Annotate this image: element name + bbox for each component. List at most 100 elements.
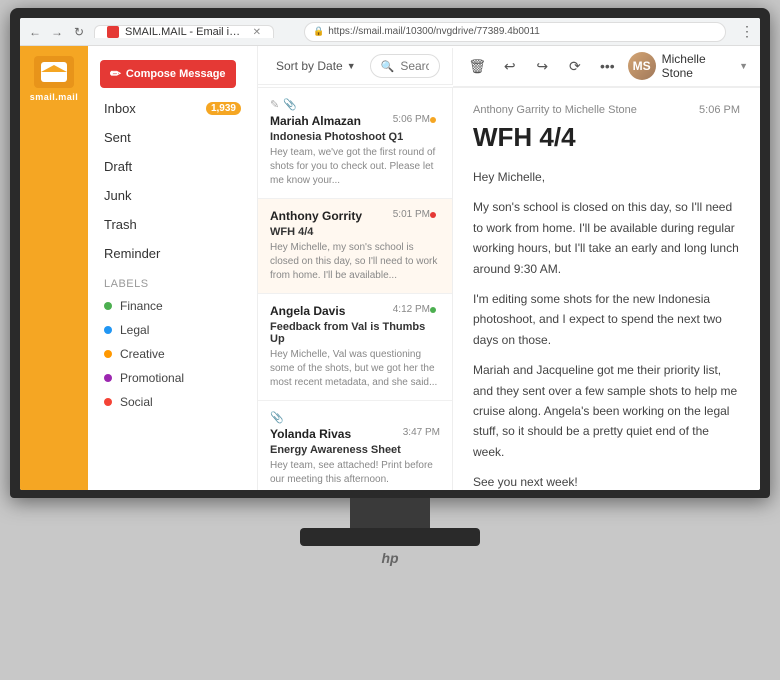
preview-0: Hey team, we've got the first round of s… <box>270 146 440 188</box>
search-icon: 🔍 <box>381 60 395 73</box>
time-1: 5:01 PM <box>393 209 430 220</box>
email-item-1[interactable]: Anthony Gorrity 5:01 PM WFH 4/4 Hey Mich… <box>258 199 452 294</box>
sender-0: Mariah Almazan <box>270 114 389 128</box>
preview-3: Hey team, see attached! Print before our… <box>270 459 440 487</box>
time-3: 3:47 PM <box>403 427 440 438</box>
address-bar[interactable]: 🔒 https://smail.mail/10300/nvgdrive/7738… <box>304 22 726 42</box>
refresh-btn[interactable]: ↻ <box>70 23 88 41</box>
unread-dot-2 <box>430 307 436 313</box>
label-social[interactable]: Social <box>88 390 257 414</box>
subject-1: WFH 4/4 <box>270 226 440 238</box>
sender-1: Anthony Gorrity <box>270 209 389 223</box>
body-line-3: Mariah and Jacqueline got me their prior… <box>473 360 740 462</box>
user-chevron-icon: ▼ <box>739 61 748 71</box>
reminder-label: Reminder <box>104 246 160 261</box>
sidebar-item-trash[interactable]: Trash <box>88 210 257 239</box>
search-input[interactable] <box>400 59 429 73</box>
sidebar-item-inbox[interactable]: Inbox 1,939 <box>88 94 257 123</box>
tab-favicon <box>107 26 119 38</box>
user-avatar: MS <box>628 52 656 80</box>
attachment-icon: 📎 <box>283 98 297 111</box>
monitor-neck <box>350 498 430 528</box>
brand-name: smail.mail <box>30 92 79 102</box>
unread-dot-1 <box>430 212 436 218</box>
creative-label: Creative <box>120 347 165 361</box>
sender-3: Yolanda Rivas <box>270 427 399 441</box>
address-url: https://smail.mail/10300/nvgdrive/77389.… <box>328 26 540 37</box>
labels-section-title: Labels <box>88 268 257 294</box>
subject-0: Indonesia Photoshoot Q1 <box>270 131 440 143</box>
undo-button[interactable]: ↩ <box>498 53 523 79</box>
search-box[interactable]: 🔍 <box>370 54 440 78</box>
sidebar-nav: ✏ Compose Message Inbox 1,939 Sent Draft <box>88 46 258 490</box>
sender-2: Angela Davis <box>270 304 389 318</box>
secure-icon: 🔒 <box>313 26 324 37</box>
toolbar-row: Sort by Date ▼ 🔍 🗑 ↩ ↪ <box>258 46 760 88</box>
subject-2: Feedback from Val is Thumbs Up <box>270 321 440 345</box>
time-2: 4:12 PM <box>393 304 430 315</box>
preview-2: Hey Michelle, Val was questioning some o… <box>270 348 440 390</box>
body-line-1: My son's school is closed on this day, s… <box>473 197 740 279</box>
body-line-4: See you next week! <box>473 472 740 490</box>
label-finance[interactable]: Finance <box>88 294 257 318</box>
sidebar-item-junk[interactable]: Junk <box>88 181 257 210</box>
sidebar-item-sent[interactable]: Sent <box>88 123 257 152</box>
email-item-2[interactable]: Angela Davis 4:12 PM Feedback from Val i… <box>258 294 452 401</box>
finance-label: Finance <box>120 299 163 313</box>
unread-dot-0 <box>430 117 436 123</box>
user-area[interactable]: MS Michelle Stone ▼ <box>628 52 748 80</box>
email-view-pane: Anthony Garrity to Michelle Stone 5:06 P… <box>453 88 760 490</box>
monitor-foot <box>300 528 480 546</box>
tab-close-btn[interactable]: ✕ <box>253 27 261 38</box>
label-legal[interactable]: Legal <box>88 318 257 342</box>
email-item-0[interactable]: ✎ 📎 Mariah Almazan 5:06 PM Indonesia Pho… <box>258 88 452 199</box>
brand-sidebar: smail.mail <box>20 46 88 490</box>
email-view-time: 5:06 PM <box>699 104 740 116</box>
body-line-0: Hey Michelle, <box>473 167 740 187</box>
body-line-2: I'm editing some shots for the new Indon… <box>473 289 740 350</box>
junk-label: Junk <box>104 188 131 203</box>
compose-label: Compose Message <box>126 68 226 80</box>
promotional-dot <box>104 374 112 382</box>
brand-logo <box>34 56 74 88</box>
compose-area: ✏ Compose Message <box>88 54 257 94</box>
inbox-badge: 1,939 <box>206 102 241 115</box>
label-promotional[interactable]: Promotional <box>88 366 257 390</box>
draft-label: Draft <box>104 159 132 174</box>
sidebar-item-reminder[interactable]: Reminder <box>88 239 257 268</box>
sync-button[interactable]: ⟳ <box>563 53 588 79</box>
more-button[interactable]: ••• <box>595 53 620 79</box>
sort-label: Sort by Date <box>276 59 343 73</box>
delete-button[interactable]: 🗑 <box>465 53 490 79</box>
label-creative[interactable]: Creative <box>88 342 257 366</box>
sort-button[interactable]: Sort by Date ▼ <box>270 55 362 77</box>
user-name: Michelle Stone <box>662 52 733 80</box>
browser-tab[interactable]: SMAIL.MAIL - Email inb... ✕ <box>94 25 274 38</box>
email-body: Hey Michelle, My son's school is closed … <box>473 167 740 490</box>
hp-logo: hp <box>381 550 398 566</box>
email-list: ✎ 📎 Mariah Almazan 5:06 PM Indonesia Pho… <box>258 88 453 490</box>
sent-label: Sent <box>104 130 131 145</box>
sidebar-item-draft[interactable]: Draft <box>88 152 257 181</box>
back-btn[interactable]: ← <box>26 23 44 41</box>
legal-label: Legal <box>120 323 149 337</box>
attachment-icon-3: 📎 <box>270 411 284 424</box>
tab-title: SMAIL.MAIL - Email inb... <box>125 26 243 38</box>
edit-icon: ✎ <box>270 98 279 111</box>
social-label: Social <box>120 395 153 409</box>
promotional-label: Promotional <box>120 371 184 385</box>
email-list-toolbar: Sort by Date ▼ 🔍 <box>258 48 453 85</box>
compose-button[interactable]: ✏ Compose Message <box>100 60 236 88</box>
finance-dot <box>104 302 112 310</box>
trash-label: Trash <box>104 217 137 232</box>
redo-button[interactable]: ↪ <box>530 53 555 79</box>
subject-3: Energy Awareness Sheet <box>270 444 440 456</box>
compose-icon: ✏ <box>110 66 121 82</box>
email-item-3[interactable]: 📎 Yolanda Rivas 3:47 PM Energy Awareness… <box>258 401 452 490</box>
email-subject-main: WFH 4/4 <box>473 122 740 153</box>
legal-dot <box>104 326 112 334</box>
inbox-label: Inbox <box>104 101 136 116</box>
forward-btn[interactable]: → <box>48 23 66 41</box>
browser-menu[interactable]: ⋮ <box>734 23 760 40</box>
preview-1: Hey Michelle, my son's school is closed … <box>270 241 440 283</box>
